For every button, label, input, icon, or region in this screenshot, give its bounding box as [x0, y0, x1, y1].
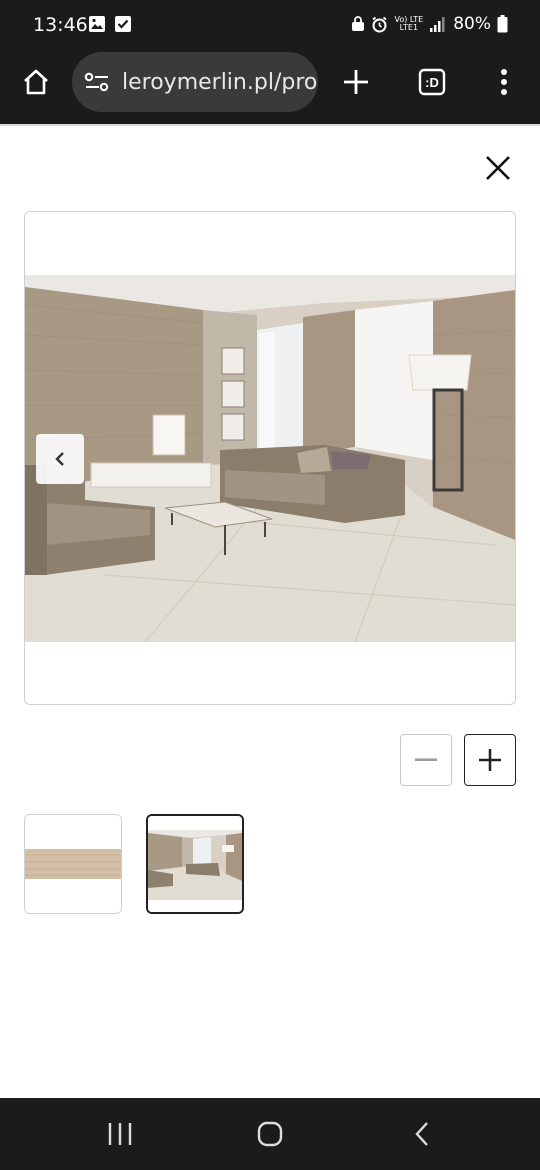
toolbar-divider [0, 124, 540, 126]
tab-count: :D [425, 74, 439, 90]
system-back-button[interactable] [398, 1114, 446, 1154]
status-bar: 13:46 Vo) LTE LTE1 80% [0, 0, 540, 52]
new-tab-button[interactable] [334, 60, 378, 104]
plus-icon [479, 749, 501, 771]
battery-icon [497, 15, 508, 33]
zoom-in-button[interactable] [464, 734, 516, 786]
system-navigation-bar [0, 1098, 540, 1170]
wood-plank-thumbnail-image [25, 815, 121, 913]
close-icon [486, 156, 510, 180]
notification-icons [88, 15, 132, 33]
more-vert-icon [501, 69, 507, 95]
home-circle-icon [257, 1121, 283, 1147]
url-text[interactable]: leroymerlin.pl/pro [122, 70, 317, 95]
thumbnail-wood-plank-tile[interactable] [24, 814, 122, 914]
new-tab-plus-icon [344, 70, 368, 94]
lte-indicator: Vo) LTE LTE1 [394, 16, 423, 32]
lte-bottom-label: LTE1 [399, 23, 419, 32]
system-home-button[interactable] [246, 1114, 294, 1154]
battery-percent: 80% [453, 14, 491, 34]
tab-switcher-button[interactable]: :D [410, 60, 454, 104]
gallery-notification-icon [89, 16, 105, 32]
chevron-left-icon [55, 452, 64, 466]
status-right: Vo) LTE LTE1 80% [351, 14, 508, 34]
zoom-out-button[interactable] [400, 734, 452, 786]
address-bar[interactable]: leroymerlin.pl/pro [72, 52, 318, 112]
home-icon [24, 69, 48, 95]
main-image-viewer[interactable] [24, 211, 516, 705]
living-room-photo [25, 212, 515, 704]
home-button[interactable] [14, 60, 58, 104]
lock-icon [352, 16, 365, 31]
close-gallery-button[interactable] [478, 148, 518, 188]
back-chevron-icon [415, 1122, 428, 1146]
site-settings-icon[interactable] [84, 71, 110, 93]
recent-apps-icon [108, 1123, 132, 1145]
more-menu-button[interactable] [482, 60, 526, 104]
status-time: 13:46 [33, 14, 88, 36]
signal-icon [430, 17, 445, 32]
thumbnail-living-room-scene[interactable] [146, 814, 244, 914]
alarm-icon [372, 16, 388, 32]
check-notification-icon [115, 16, 131, 32]
minus-icon [415, 758, 437, 761]
recent-apps-button[interactable] [96, 1114, 144, 1154]
living-room-thumbnail-image [148, 816, 242, 912]
previous-image-button[interactable] [36, 434, 84, 484]
browser-toolbar: leroymerlin.pl/pro :D [0, 52, 540, 124]
